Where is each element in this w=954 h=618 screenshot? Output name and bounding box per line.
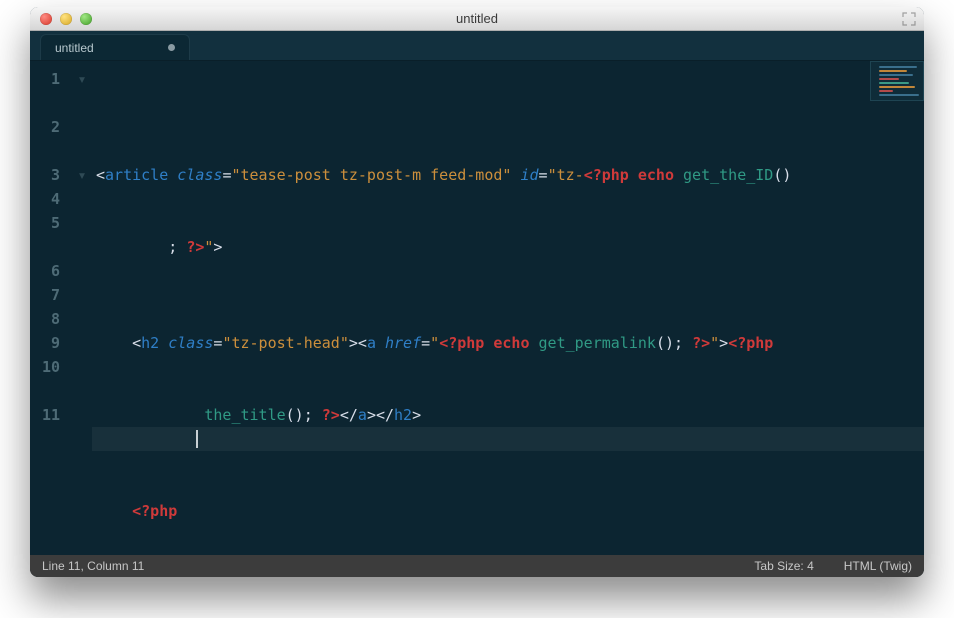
- dirty-indicator-icon: [168, 44, 175, 51]
- traffic-lights: [40, 13, 92, 25]
- line-number-gutter: 1 2 3 4 5 6 7 8 9 10 11: [30, 61, 72, 555]
- fold-gutter: ▾ ▾: [72, 61, 92, 555]
- line-number: 3: [30, 163, 66, 187]
- titlebar[interactable]: untitled: [30, 7, 924, 31]
- text-cursor: [196, 430, 198, 448]
- line-number: 8: [30, 307, 66, 331]
- line-number: 7: [30, 283, 66, 307]
- line-number: 2: [30, 115, 66, 139]
- minimap[interactable]: [870, 61, 924, 101]
- line-number: 10: [30, 355, 66, 379]
- close-icon[interactable]: [40, 13, 52, 25]
- line-number: 1: [30, 67, 66, 91]
- editor-window: untitled untitled 1 2 3 4 5 6 7 8 9 10: [30, 7, 924, 577]
- line-number: 11: [30, 403, 66, 427]
- fold-marker-icon[interactable]: ▾: [72, 163, 92, 187]
- status-cursor-position[interactable]: Line 11, Column 11: [42, 559, 144, 573]
- tab-label: untitled: [55, 41, 94, 55]
- fold-marker-icon[interactable]: ▾: [72, 67, 92, 91]
- minimize-icon[interactable]: [60, 13, 72, 25]
- code-area[interactable]: <article class="tease-post tz-post-m fee…: [92, 61, 924, 555]
- window-title: untitled: [30, 11, 924, 26]
- line-number: 4: [30, 187, 66, 211]
- editor[interactable]: 1 2 3 4 5 6 7 8 9 10 11 ▾ ▾ <article cla: [30, 61, 924, 555]
- fullscreen-icon[interactable]: [902, 12, 916, 26]
- line-number: 5: [30, 211, 66, 235]
- line-number: 6: [30, 259, 66, 283]
- status-bar: Line 11, Column 11 Tab Size: 4 HTML (Twi…: [30, 555, 924, 577]
- line-number: 9: [30, 331, 66, 355]
- status-syntax-mode[interactable]: HTML (Twig): [844, 559, 912, 573]
- zoom-icon[interactable]: [80, 13, 92, 25]
- tab-strip: untitled: [30, 31, 924, 61]
- status-tab-size[interactable]: Tab Size: 4: [754, 559, 813, 573]
- tab-untitled[interactable]: untitled: [40, 34, 190, 60]
